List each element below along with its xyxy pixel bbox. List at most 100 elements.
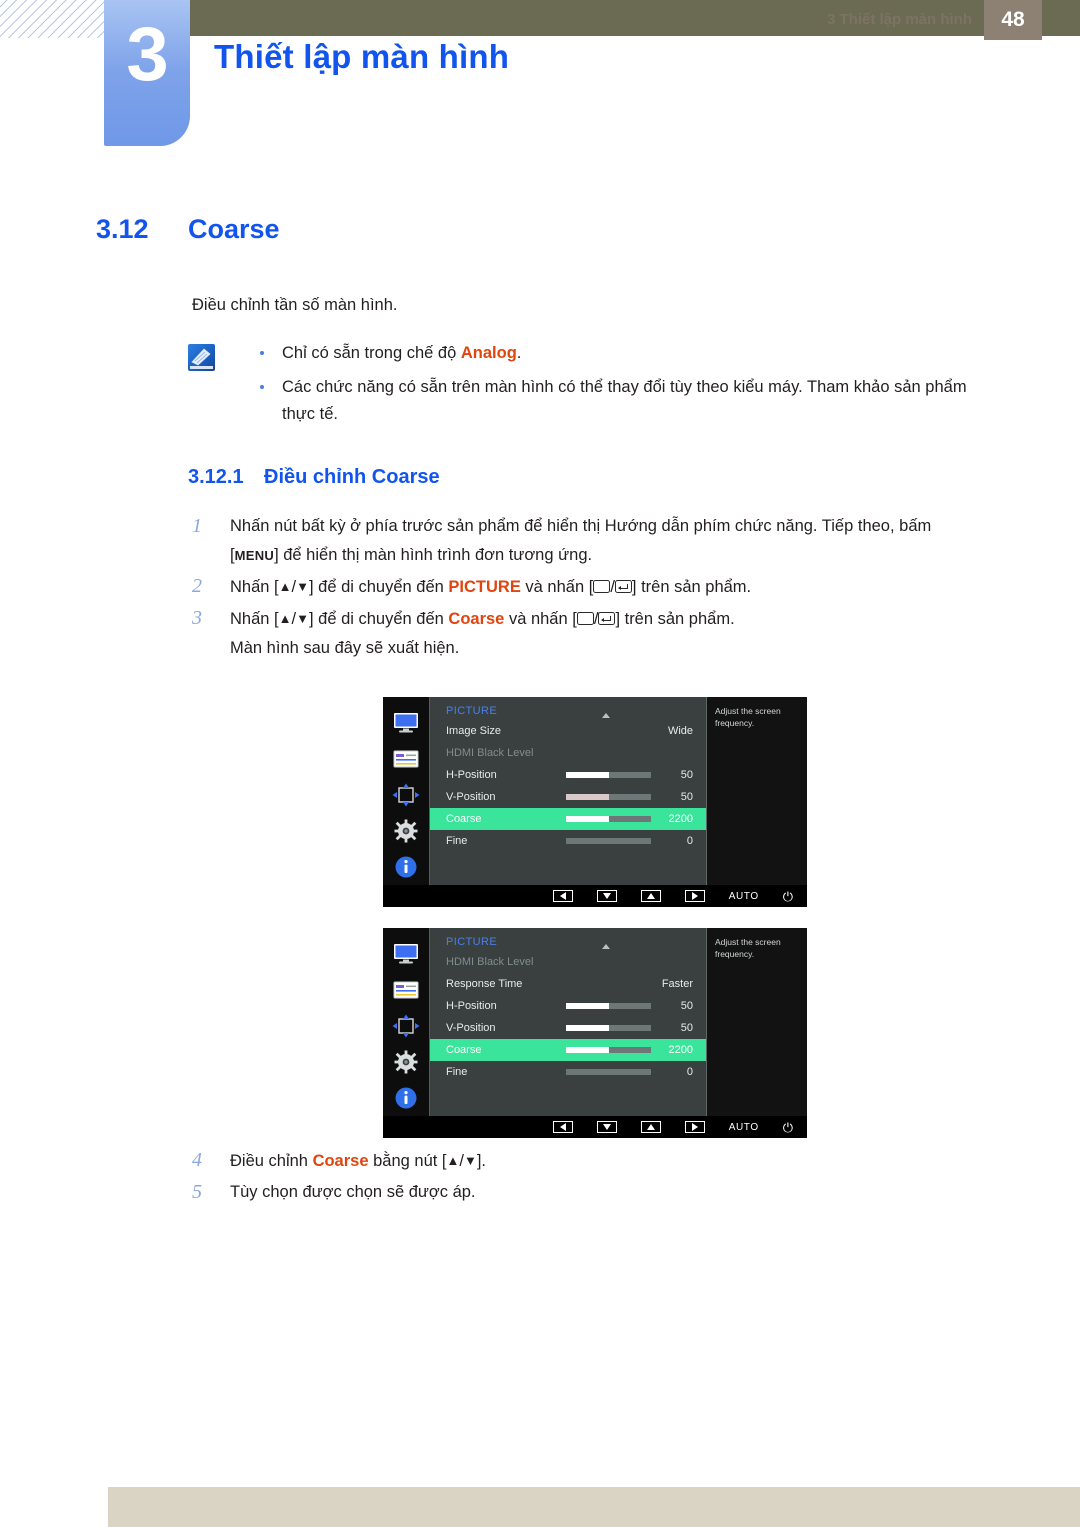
osd-body: PICTURE HDMI Black Level Response Time F… [383,928,807,1116]
auto-button[interactable]: AUTO [729,1122,759,1133]
chapter-title: Thiết lập màn hình [214,38,510,75]
enter-button-icon [598,612,616,625]
gear-icon [394,1044,418,1079]
osd-row-h-position[interactable]: H-Position 50 [430,995,706,1017]
step-text: Nhấn nút bất kỳ ở phía trước sản phẩm để… [230,517,932,535]
right-arrow-button[interactable] [684,890,705,902]
osd-row-hdmi-black-level[interactable]: HDMI Black Level [430,742,706,764]
osd-sidebar [383,928,430,1116]
step-text-c: ]. [476,1152,487,1170]
left-arrow-button[interactable] [552,890,573,902]
osd-row-h-position[interactable]: H-Position 50 [430,764,706,786]
osd-row-coarse[interactable]: Coarse 2200 [430,808,706,830]
osd-row-value: 50 [680,1022,693,1034]
note-text-post: . [516,344,522,362]
osd-slider-fill [566,772,609,778]
steps-list-top: 1 Nhấn nút bất kỳ ở phía trước sản phẩm … [188,512,988,665]
step-subtext: Màn hình sau đây sẽ xuất hiện. [230,639,460,657]
osd-row-value: Faster [661,978,693,990]
step-text-c: và nhấn [ [520,578,594,596]
color-panel-icon [393,973,419,1008]
section-heading: 3.12 Coarse [96,214,280,245]
osd-screenshot-two: PICTURE HDMI Black Level Response Time F… [383,928,807,1138]
step-item: 1 Nhấn nút bất kỳ ở phía trước sản phẩm … [188,512,988,570]
step-accent: Coarse [312,1152,369,1170]
bullet-icon [260,385,264,389]
osd-row-value: 2200 [668,813,693,825]
step-item: 2 Nhấn [▲/▼] để di chuyển đến PICTURE và … [188,572,988,602]
osd-row-response-time[interactable]: Response Time Faster [430,973,706,995]
osd-row-fine[interactable]: Fine 0 [430,1061,706,1083]
subsection-title: Điều chỉnh Coarse [264,466,440,488]
step-accent: PICTURE [448,578,521,596]
down-arrow-button[interactable] [596,1121,617,1133]
osd-row-hdmi-black-level[interactable]: HDMI Black Level [430,951,706,973]
osd-row-v-position[interactable]: V-Position 50 [430,1017,706,1039]
scroll-up-indicator-icon [602,944,610,949]
auto-button[interactable]: AUTO [729,891,759,902]
osd-row-value: 50 [680,791,693,803]
osd-row-image-size[interactable]: Image Size Wide [430,720,706,742]
osd-menu-title: PICTURE [446,936,498,948]
source-button-icon [593,580,611,593]
step-text-a: Tùy chọn được chọn sẽ được áp. [230,1183,476,1201]
position-arrows-icon [392,1009,420,1044]
osd-row-value: 0 [686,1066,693,1078]
osd-row-fine[interactable]: Fine 0 [430,830,706,852]
up-arrow-button[interactable] [640,890,661,902]
step-text-d: ] trên sản phẩm. [631,578,752,596]
osd-slider[interactable] [566,1025,651,1031]
footer-chapter-label: 3 Thiết lập màn hình [826,11,972,28]
osd-row-label: H-Position [446,769,497,781]
step-number: 5 [192,1181,202,1203]
osd-slider[interactable] [566,1003,651,1009]
osd-row-coarse[interactable]: Coarse 2200 [430,1039,706,1061]
step-accent: Coarse [448,610,505,628]
osd-row-label: H-Position [446,1000,497,1012]
step-text-c: và nhấn [ [504,610,577,628]
osd-row-v-position[interactable]: V-Position 50 [430,786,706,808]
color-panel-icon [393,742,419,777]
hatch-decoration [0,0,118,38]
osd-row-value: 50 [680,1000,693,1012]
up-arrow-button[interactable] [640,1121,661,1133]
osd-row-label: V-Position [446,1022,496,1034]
subsection-number: 3.12.1 [188,466,244,488]
osd-slider[interactable] [566,1069,651,1075]
osd-menu-title: PICTURE [446,705,498,717]
osd-footer-bar: AUTO ⏻ [383,1116,807,1138]
osd-row-value: 0 [686,835,693,847]
gear-icon [394,813,418,848]
osd-slider[interactable] [566,1047,651,1053]
power-icon[interactable]: ⏻ [783,1121,793,1134]
source-button-icon [576,612,594,625]
down-arrow-button[interactable] [596,890,617,902]
step-number: 4 [192,1149,202,1171]
down-arrow-icon: ▼ [296,579,309,594]
osd-row-label: V-Position [446,791,496,803]
power-icon[interactable]: ⏻ [783,890,793,903]
osd-row-label: Coarse [446,813,482,825]
osd-description-panel: Adjust the screen frequency. [707,697,807,885]
osd-slider[interactable] [566,772,651,778]
osd-row-label: HDMI Black Level [446,747,534,759]
step-text-line2: [MENU] để hiển thị màn hình trình đơn tư… [230,541,988,570]
bullet-icon [260,351,264,355]
right-arrow-button[interactable] [684,1121,705,1133]
left-arrow-button[interactable] [552,1121,573,1133]
osd-row-value: 50 [680,769,693,781]
monitor-icon [393,706,419,741]
step-number: 1 [192,515,202,537]
osd-slider[interactable] [566,794,651,800]
chapter-number: 3 [126,12,168,97]
section-intro: Điều chỉnh tần số màn hình. [192,296,398,314]
note-text-pre: Các chức năng có sẵn trên màn hình có th… [282,378,967,423]
osd-sidebar [383,697,430,885]
step-item: 3 Nhấn [▲/▼] để di chuyển đến Coarse và n… [188,604,988,663]
subsection-heading: 3.12.1 Điều chỉnh Coarse [188,466,440,489]
osd-slider[interactable] [566,816,651,822]
osd-screenshot-one: PICTURE Image Size Wide HDMI Black Level… [383,697,807,907]
osd-row-value: 2200 [668,1044,693,1056]
osd-slider[interactable] [566,838,651,844]
note-accent: Analog [460,344,517,362]
